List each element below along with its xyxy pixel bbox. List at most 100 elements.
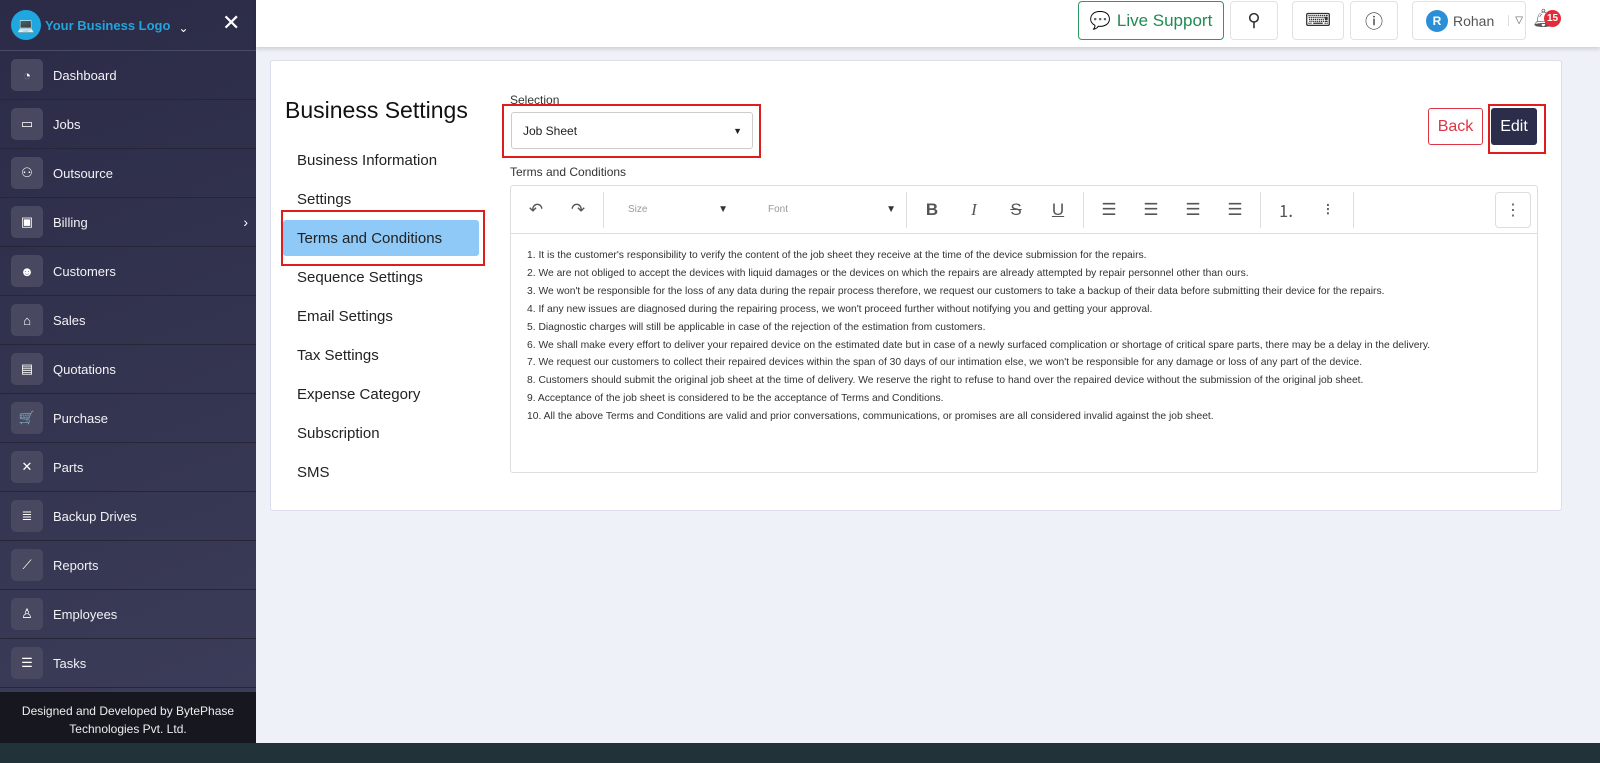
settings-menu-tax-settings[interactable]: Tax Settings xyxy=(283,337,479,373)
sidebar-item-customers[interactable]: ☻ Customers xyxy=(0,247,256,296)
settings-menu-business-information[interactable]: Business Information xyxy=(283,142,479,178)
font-dropdown[interactable]: Font ▼ xyxy=(768,204,896,215)
chevron-down-icon[interactable]: ⌄ xyxy=(178,21,188,35)
person-icon: ♙ xyxy=(11,598,43,630)
terms-line: 1. It is the customer's responsibility t… xyxy=(527,250,1147,261)
terms-line: 6. We shall make every effort to deliver… xyxy=(527,339,1431,351)
sidebar-item-label: Purchase xyxy=(53,410,108,426)
caret-down-icon[interactable]: ▽ xyxy=(1508,15,1523,26)
sidebar-item-label: Jobs xyxy=(53,116,81,132)
sidebar-item-outsource[interactable]: ⚇ Outsource xyxy=(0,149,256,198)
database-icon: ≣ xyxy=(11,500,43,532)
terms-line: 5. Diagnostic charges will still be appl… xyxy=(527,321,986,333)
sidebar-item-label: Outsource xyxy=(53,165,113,181)
sidebar: 💻 Your Business Logo ⌄ ✕ ◔ Dashboard ▭ Jobs… xyxy=(0,0,256,743)
highlight-box xyxy=(502,104,761,158)
settings-menu-expense-category[interactable]: Expense Category xyxy=(283,376,479,412)
back-button[interactable]: Back xyxy=(1428,108,1483,145)
wallet-icon: ▣ xyxy=(11,206,43,238)
bold-icon[interactable]: B xyxy=(911,200,953,220)
live-support-label: Live Support xyxy=(1116,10,1213,30)
ordered-list-icon[interactable]: ⒈ xyxy=(1265,197,1307,222)
gauge-icon: ◔ xyxy=(11,59,43,91)
more-options-icon[interactable]: ⋮ xyxy=(1495,192,1531,228)
sidebar-item-label: Billing xyxy=(53,214,88,230)
keyboard-button[interactable]: ⌨ xyxy=(1292,1,1344,40)
sidebar-item-backup-drives[interactable]: ≣ Backup Drives xyxy=(0,492,256,541)
sidebar-item-tasks[interactable]: ☰ Tasks xyxy=(0,639,256,688)
size-label: Size xyxy=(628,204,648,215)
align-right-icon[interactable]: ☰ xyxy=(1172,200,1214,220)
highlight-box xyxy=(281,210,485,266)
unordered-list-icon[interactable]: ⁝ xyxy=(1307,200,1349,220)
italic-icon[interactable]: I xyxy=(953,200,995,220)
settings-menu-subscription[interactable]: Subscription xyxy=(283,415,479,451)
sidebar-item-billing[interactable]: ▣ Billing › xyxy=(0,198,256,247)
ticket-icon: ▭ xyxy=(11,108,43,140)
terms-line: 7. We request our customers to collect t… xyxy=(527,357,1363,369)
search-icon: ⚲ xyxy=(1247,10,1261,30)
sidebar-item-employees[interactable]: ♙ Employees xyxy=(0,590,256,639)
brand[interactable]: 💻 Your Business Logo ⌄ xyxy=(0,0,256,51)
help-button[interactable]: ⓘ xyxy=(1350,1,1398,40)
users-icon: ☻ xyxy=(11,255,43,287)
sidebar-item-parts[interactable]: ✕ Parts xyxy=(0,443,256,492)
chat-icon: 💬 xyxy=(1089,10,1111,30)
sidebar-item-label: Backup Drives xyxy=(53,508,137,524)
font-label: Font xyxy=(768,204,789,215)
keyboard-icon: ⌨ xyxy=(1305,10,1331,30)
terms-label: Terms and Conditions xyxy=(510,165,627,179)
sidebar-item-label: Dashboard xyxy=(53,67,117,83)
help-icon: ⓘ xyxy=(1365,11,1383,32)
store-icon: ⌂ xyxy=(11,304,43,336)
user-name: Rohan xyxy=(1453,12,1495,29)
redo-icon[interactable]: ↷ xyxy=(557,200,599,220)
page-title: Business Settings xyxy=(285,97,468,123)
align-center-icon[interactable]: ☰ xyxy=(1130,200,1172,220)
sidebar-item-dashboard[interactable]: ◔ Dashboard xyxy=(0,51,256,100)
terms-line: 8. Customers should submit the original … xyxy=(527,375,1364,387)
editor-toolbar: ↶ ↷ Size ▼ Font ▼ B I S U ☰ ☰ ☰ ☰ ⒈ ⁝ ⋮ xyxy=(511,186,1537,234)
terms-line: 2. We are not obliged to accept the devi… xyxy=(527,267,1249,279)
search-button[interactable]: ⚲ xyxy=(1230,1,1278,40)
sidebar-item-purchase[interactable]: 🛒 Purchase xyxy=(0,394,256,443)
user-menu[interactable]: R Rohan ▽ xyxy=(1412,1,1526,40)
document-icon: ▤ xyxy=(11,353,43,385)
top-bar: 💬Live Support ⚲ ⌨ ⓘ RRohan▽ 🔔︎ 15 xyxy=(256,0,1600,47)
tools-icon: ✕ xyxy=(11,451,43,483)
undo-icon[interactable]: ↶ xyxy=(515,200,557,220)
sidebar-item-sales[interactable]: ⌂ Sales xyxy=(0,296,256,345)
terms-line: 4. If any new issues are diagnosed durin… xyxy=(527,303,1153,315)
sidebar-footer: Designed and Developed by BytePhase Tech… xyxy=(0,692,256,743)
avatar: R xyxy=(1426,9,1448,32)
brand-name: Your Business Logo xyxy=(45,17,171,33)
highlight-box xyxy=(1488,104,1546,154)
sidebar-item-jobs[interactable]: ▭ Jobs xyxy=(0,100,256,149)
terms-line: 10. All the above Terms and Conditions a… xyxy=(527,411,1214,423)
sidebar-item-quotations[interactable]: ▤ Quotations xyxy=(0,345,256,394)
sidebar-item-label: Employees xyxy=(53,606,118,622)
underline-icon[interactable]: U xyxy=(1037,200,1079,220)
strikethrough-icon[interactable]: S xyxy=(995,200,1037,220)
terms-content[interactable]: 1. It is the customer's responsibility t… xyxy=(511,234,1537,439)
terms-line: 9. Acceptance of the job sheet is consid… xyxy=(527,393,944,405)
settings-menu-sms[interactable]: SMS xyxy=(283,454,479,490)
align-left-icon[interactable]: ☰ xyxy=(1088,200,1130,220)
people-icon: ⚇ xyxy=(11,157,43,189)
size-dropdown[interactable]: Size ▼ xyxy=(628,204,728,215)
settings-menu-email-settings[interactable]: Email Settings xyxy=(283,298,479,334)
sidebar-item-label: Quotations xyxy=(53,361,116,377)
cart-icon: 🛒 xyxy=(11,402,43,434)
tasks-icon: ☰ xyxy=(11,647,43,679)
terms-line: 3. We won't be responsible for the loss … xyxy=(527,285,1385,297)
sidebar-item-label: Sales xyxy=(53,312,86,328)
business-logo-icon: 💻 xyxy=(11,10,41,40)
chart-icon: ⟋ xyxy=(11,549,43,581)
sidebar-item-label: Customers xyxy=(53,263,116,279)
sidebar-item-reports[interactable]: ⟋ Reports xyxy=(0,541,256,590)
sidebar-item-label: Reports xyxy=(53,557,99,573)
align-justify-icon[interactable]: ☰ xyxy=(1214,200,1256,220)
rich-text-editor[interactable]: ↶ ↷ Size ▼ Font ▼ B I S U ☰ ☰ ☰ ☰ ⒈ ⁝ ⋮ 1.… xyxy=(510,185,1538,473)
live-support-button[interactable]: 💬 Live Support xyxy=(1078,1,1224,40)
close-icon[interactable]: ✕ xyxy=(222,10,240,36)
